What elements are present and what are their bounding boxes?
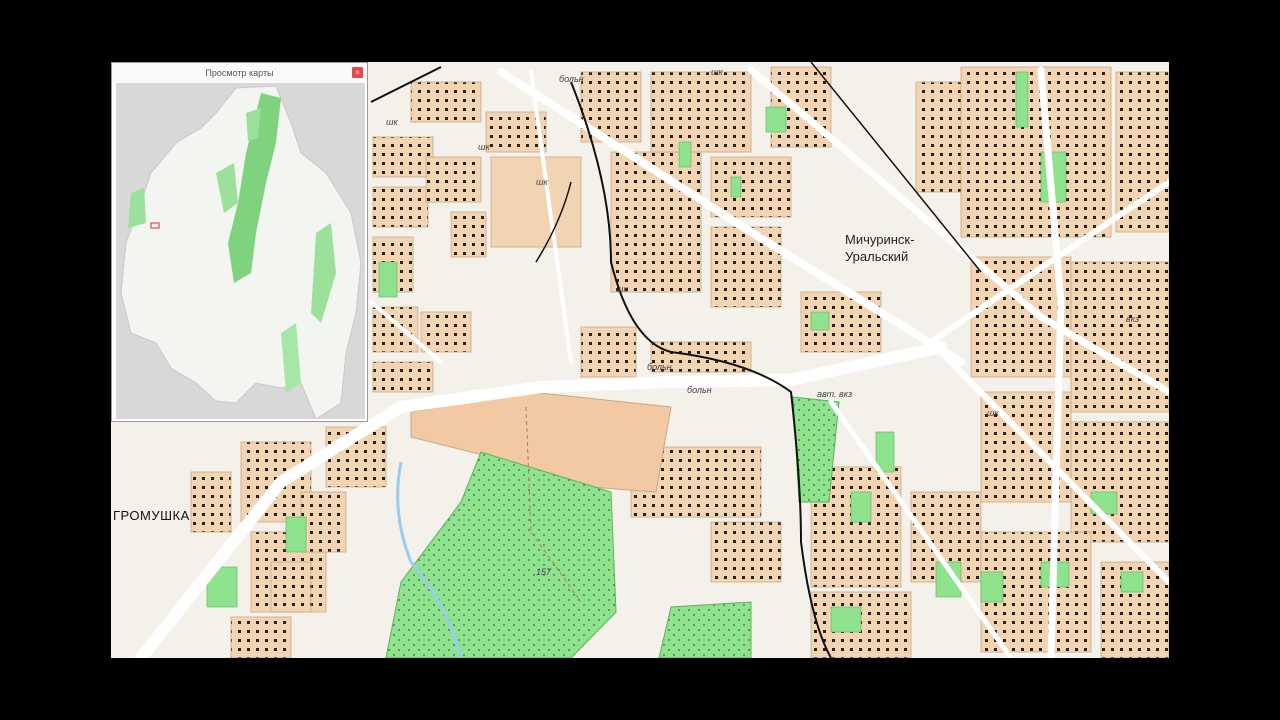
elevation-label: 157 (536, 567, 552, 577)
station-name-line1: Мичуринск- (845, 232, 915, 247)
bus-station-label: авт. вкз (817, 389, 853, 399)
school-label-5: шк (616, 284, 628, 294)
overview-map[interactable] (116, 83, 365, 420)
school-label-3: шк (478, 142, 490, 152)
school-label-6: шк (987, 408, 999, 418)
overview-title: Просмотр карты (112, 63, 367, 83)
hospital-label-2: больн (647, 362, 672, 372)
region-outline-map (116, 83, 365, 420)
hospital-label-3: больн (687, 385, 712, 395)
close-icon[interactable]: × (352, 67, 363, 78)
station-abbr-label: вкз (1126, 314, 1140, 324)
district-label: ГРОМУШКА (113, 508, 190, 523)
hospital-label-1: больн (559, 74, 584, 84)
map-viewport[interactable]: Мичуринск- Уральский ГРОМУШКА больн боль… (111, 62, 1169, 658)
school-label-2: шк (386, 117, 398, 127)
overview-window[interactable]: Просмотр карты × (111, 62, 368, 422)
station-name-line2: Уральский (845, 249, 909, 264)
school-label-4: шк (536, 177, 548, 187)
school-label-1: шк (711, 67, 723, 77)
forest-south (658, 601, 752, 658)
